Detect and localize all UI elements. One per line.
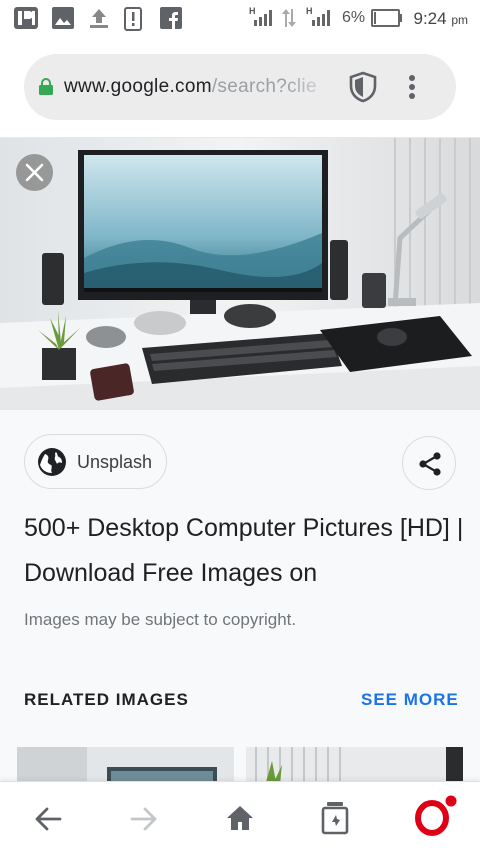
url-domain: www.google.com [64, 76, 212, 97]
opera-icon[interactable] [415, 794, 459, 836]
globe-icon [38, 448, 66, 476]
alert-icon [124, 7, 142, 31]
desk-setup-photo [0, 138, 480, 410]
image-title[interactable]: 500+ Desktop Computer Pictures [HD] | Do… [24, 506, 464, 596]
signal-icon [254, 10, 272, 26]
see-more-link[interactable]: SEE MORE [361, 690, 459, 710]
related-photo-1 [17, 747, 234, 782]
clock-suffix: pm [451, 13, 468, 27]
copyright-note: Images may be subject to copyright. [24, 610, 297, 629]
related-images-heading: RELATED IMAGES [24, 690, 189, 709]
home-icon[interactable] [226, 805, 254, 831]
share-button[interactable] [402, 436, 456, 490]
upload-icon [90, 9, 108, 28]
url-fade [286, 70, 336, 104]
clock: 9:24 pm [414, 9, 469, 29]
image-icon [52, 7, 74, 29]
close-icon [25, 163, 44, 182]
battery-percent: 6% [342, 9, 366, 26]
more-menu-icon[interactable] [408, 74, 416, 100]
lock-icon [39, 78, 53, 95]
tabs-icon[interactable] [321, 801, 349, 835]
close-button[interactable] [16, 154, 53, 191]
status-bar: H H 6% 9:24 pm [0, 0, 480, 36]
pushbullet-icon [14, 7, 38, 29]
address-bar[interactable]: www.google.com/search?clie [24, 54, 456, 120]
back-icon[interactable] [34, 806, 62, 832]
data-transfer-icon [282, 9, 296, 27]
share-icon [419, 452, 441, 476]
source-chip[interactable]: Unsplash [24, 434, 167, 489]
signal-icon [312, 10, 330, 26]
related-image-thumbnail[interactable] [246, 747, 463, 782]
facebook-icon [160, 7, 182, 29]
clock-time: 9:24 [413, 9, 447, 28]
bottom-navigation [0, 781, 480, 854]
related-image-thumbnail[interactable] [17, 747, 234, 782]
shield-icon[interactable] [348, 71, 378, 103]
related-photo-2 [246, 747, 463, 782]
forward-icon[interactable] [130, 806, 158, 832]
battery-icon [371, 9, 402, 27]
preview-image[interactable] [0, 138, 480, 410]
source-label: Unsplash [77, 452, 153, 472]
